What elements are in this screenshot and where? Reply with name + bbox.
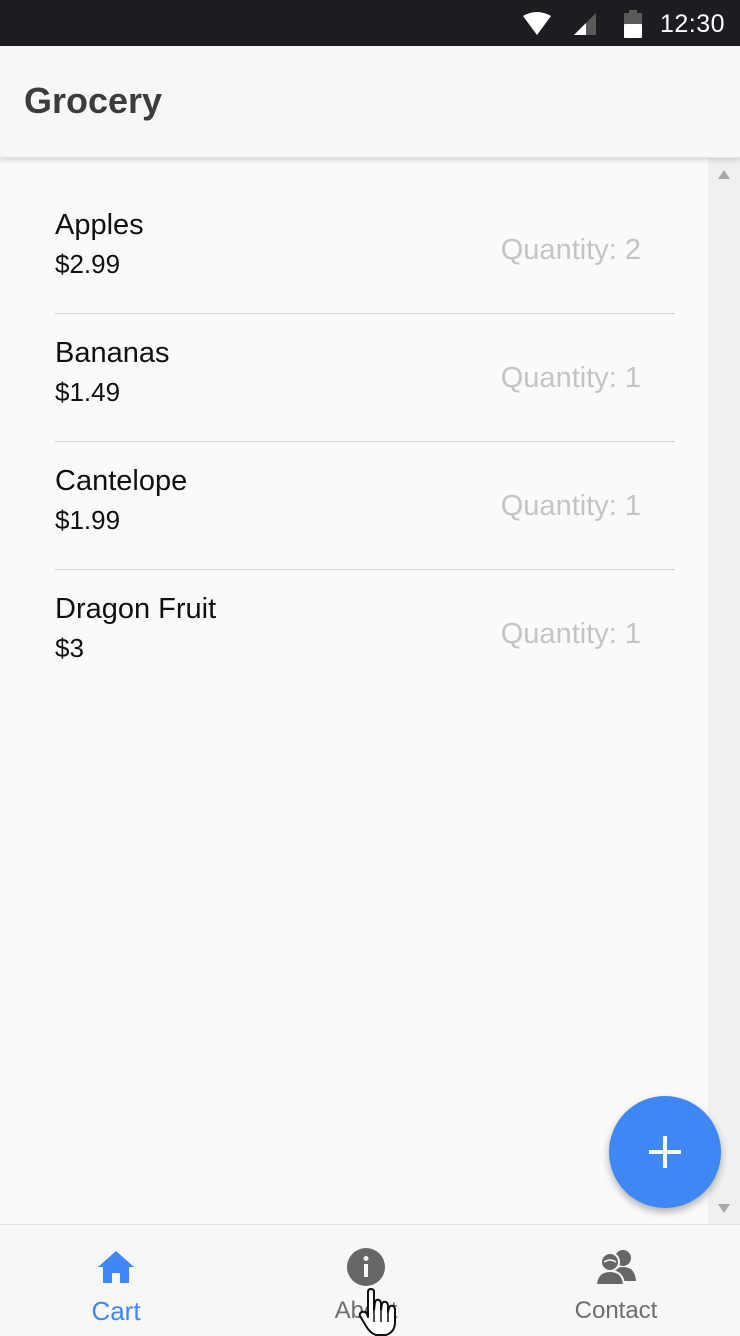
item-name: Bananas [55,337,170,369]
app-bar: Grocery [0,46,740,158]
scrollbar[interactable] [708,158,740,1224]
tab-label: Contact [574,1297,658,1324]
item-price: $1.49 [55,377,121,407]
list-item[interactable]: Bananas $1.49 Quantity: 1 [55,314,675,442]
item-quantity: Quantity: 1 [500,362,641,394]
tab-contact[interactable]: Contact [526,1225,706,1336]
item-quantity: Quantity: 1 [500,618,641,650]
list-item[interactable]: Dragon Fruit $3 Quantity: 1 [55,570,675,698]
list-item[interactable]: Apples $2.99 Quantity: 2 [55,186,675,314]
signal-icon [574,13,596,35]
scroll-up-arrow-icon[interactable] [718,170,730,179]
info-icon [347,1248,385,1286]
battery-icon [624,10,642,38]
item-price: $1.99 [55,505,121,535]
item-price: $2.99 [55,249,121,279]
hand-cursor-icon [358,1288,396,1336]
scroll-down-arrow-icon[interactable] [718,1204,730,1213]
add-item-button[interactable] [609,1096,721,1208]
plus-icon [649,1136,681,1168]
cart-list: Apples $2.99 Quantity: 2 Bananas $1.49 Q… [0,158,708,1224]
tab-cart[interactable]: Cart [26,1225,206,1336]
item-quantity: Quantity: 1 [500,490,641,522]
people-icon [596,1250,636,1286]
item-name: Cantelope [55,465,188,497]
page-title: Grocery [24,80,163,121]
item-name: Dragon Fruit [55,593,217,625]
item-price: $3 [55,633,84,663]
wifi-icon [523,12,551,35]
tab-label: Cart [91,1296,141,1326]
status-bar: 12:30 [0,0,740,46]
home-icon [98,1251,134,1283]
list-item[interactable]: Cantelope $1.99 Quantity: 1 [55,442,675,570]
status-time: 12:30 [660,10,726,38]
item-name: Apples [55,209,144,241]
item-quantity: Quantity: 2 [500,234,641,266]
